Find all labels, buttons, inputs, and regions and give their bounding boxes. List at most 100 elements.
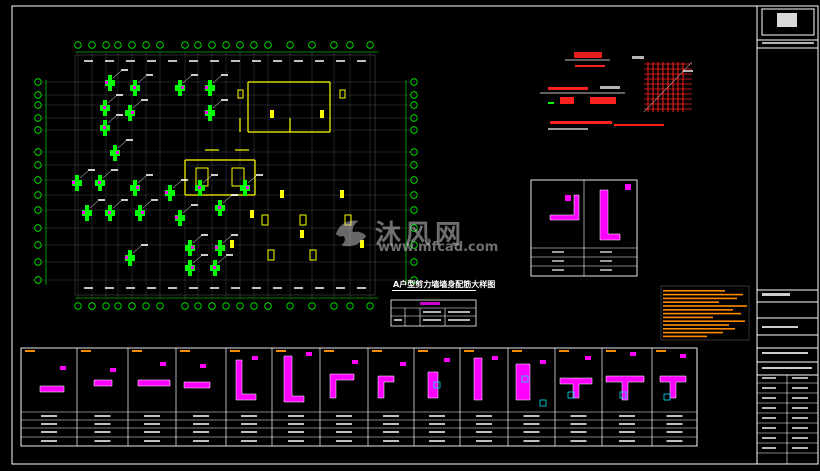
section-tag [110, 368, 116, 372]
column-outline [339, 89, 346, 99]
title-value [792, 377, 808, 379]
axis-bubble [74, 41, 82, 49]
tag-text [111, 169, 118, 171]
schedule-cell [94, 440, 111, 442]
schedule-cell [429, 440, 445, 442]
schedule-cell [193, 431, 209, 433]
schedule-cell [619, 423, 635, 425]
axis-bubble [88, 302, 96, 310]
axis-bubble [346, 41, 354, 49]
dimension-text [336, 287, 345, 289]
rebar-mark [205, 86, 208, 89]
title-label [762, 437, 776, 439]
schedule-cell [288, 431, 304, 433]
title-value [792, 447, 808, 449]
rebar-mark [131, 111, 134, 114]
leader-line [192, 235, 202, 244]
section-tag [400, 362, 406, 366]
schedule-cell [94, 431, 111, 433]
rebar-mark [175, 216, 178, 219]
general-notes [660, 285, 750, 341]
wall-section [473, 357, 483, 401]
schedule-cell [429, 415, 445, 417]
rebar-mark [213, 266, 216, 269]
rebar-mark [133, 86, 136, 89]
tag-text [98, 199, 105, 201]
rebar-mark [103, 126, 106, 129]
axis-bubble [346, 302, 354, 310]
axis-bubble [181, 41, 189, 49]
leader-line [137, 175, 147, 184]
schedule-cell [336, 415, 352, 417]
axis-bubble [156, 302, 164, 310]
leader-line [112, 70, 122, 79]
dimension-text [294, 60, 303, 62]
rebar-mark [205, 111, 208, 114]
section-tag [60, 366, 66, 370]
schedule-cell [144, 431, 160, 433]
plan-title-underline [392, 290, 476, 291]
leader-line [182, 205, 192, 214]
schedule-cell [193, 440, 209, 442]
section-label [418, 350, 428, 352]
note-line [663, 335, 707, 338]
dimension-text [315, 60, 324, 62]
column-outline [267, 249, 275, 261]
schedule-cell [241, 440, 257, 442]
title-value [792, 427, 808, 429]
schedule-cell [288, 415, 304, 417]
column-mark [340, 190, 344, 198]
rebar-mark [108, 211, 111, 214]
tag-text [211, 174, 218, 176]
note-line [663, 309, 733, 311]
tag-text [221, 99, 228, 101]
note-line [663, 297, 737, 300]
axis-bubble [74, 302, 82, 310]
section-tag [630, 352, 636, 356]
mesh-tag [632, 56, 644, 59]
title-value [792, 417, 808, 419]
schedule-cell [336, 423, 352, 425]
schedule-cell [619, 415, 635, 417]
section-tag [585, 356, 591, 360]
wall-section [137, 379, 171, 387]
section-tag [352, 360, 358, 364]
wall-section [283, 355, 305, 403]
tag-text [146, 74, 153, 76]
tag-text [226, 254, 233, 256]
schedule-cell [523, 440, 540, 442]
schedule-cell [193, 415, 209, 417]
tag-text [116, 94, 123, 96]
schedule-cell [570, 423, 587, 425]
dimension-text [210, 60, 219, 62]
axis-bubble [308, 302, 316, 310]
plan-title: A户型剪力墙墙身配筋大样图 [393, 280, 496, 289]
section-label [606, 350, 616, 352]
note-line [663, 305, 747, 307]
note-line [663, 328, 735, 330]
axis-bubble [366, 41, 374, 49]
wall-section [559, 377, 593, 399]
rebar-mark [215, 246, 218, 249]
dimension-text [231, 60, 240, 62]
note-line [663, 301, 719, 303]
wall-node [178, 210, 182, 226]
section-label [372, 350, 382, 352]
leader-line [117, 140, 127, 149]
dimension-text [147, 60, 156, 62]
tag-text [256, 174, 263, 176]
wall-node [208, 80, 212, 96]
dimension-text [105, 60, 114, 62]
rebar-mark [181, 86, 184, 89]
schedule-cell [476, 440, 492, 442]
logo-mark [777, 13, 797, 27]
axis-bubble [366, 302, 374, 310]
dimension-text [168, 60, 177, 62]
cad-viewport[interactable]: 沐风网 www.mfcad.com A户型剪力墙墙身配筋大样图 [0, 0, 820, 467]
watermark-url: www.mfcad.com [378, 240, 499, 255]
axis-bubble [250, 302, 258, 310]
section-label [512, 350, 522, 352]
axis-bubble [264, 41, 272, 49]
tag-text [88, 169, 95, 171]
wall-section [93, 379, 113, 387]
